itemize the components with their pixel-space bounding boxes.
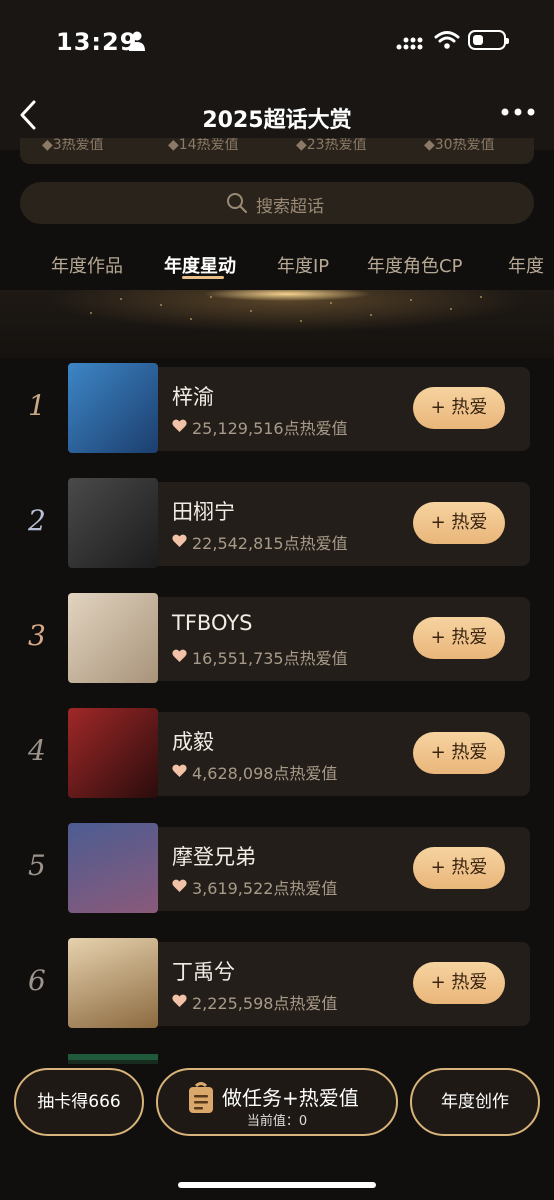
reward-item: ◆14热爱值	[168, 138, 239, 153]
home-indicator	[178, 1182, 376, 1188]
love-button[interactable]: + 热爱	[413, 617, 505, 659]
heart-icon	[172, 649, 187, 662]
heat-value: 25,129,516点热爱值	[192, 419, 348, 438]
active-tab-indicator	[182, 276, 224, 279]
star-name: 田栩宁	[172, 500, 235, 524]
person-icon	[129, 31, 145, 51]
search-bar[interactable]: 搜索超话	[20, 182, 534, 224]
heat-value: 22,542,815点热爱值	[192, 534, 348, 553]
avatar	[68, 823, 158, 913]
rank-number: 6	[28, 964, 46, 997]
search-icon	[227, 193, 247, 213]
reward-item: ◆3热爱值	[42, 138, 104, 153]
heart-icon	[172, 419, 187, 432]
wifi-icon	[434, 31, 460, 49]
heart-icon	[172, 534, 187, 547]
ranking-row[interactable]: 6 丁禹兮 2,225,598点热爱值 + 热爱	[28, 938, 530, 1028]
heat-value: 2,225,598点热爱值	[192, 994, 338, 1013]
more-icon[interactable]	[500, 102, 536, 122]
heart-icon	[172, 994, 187, 1007]
tab-annual-role-cp[interactable]: 年度角色CP	[367, 252, 462, 278]
tab-annual-stars[interactable]: 年度星动	[164, 252, 236, 278]
heat-value: 4,628,098点热爱值	[192, 764, 338, 783]
avatar	[68, 708, 158, 798]
battery-icon	[468, 30, 509, 50]
star-name: 梓渝	[172, 385, 214, 409]
heat-value: 3,619,522点热爱值	[192, 879, 338, 898]
ranking-row[interactable]: 4 成毅 4,628,098点热爱值 + 热爱	[28, 708, 530, 798]
star-name: 成毅	[172, 730, 214, 754]
rank-number: 5	[28, 849, 46, 882]
star-name: TFBOYS	[172, 611, 253, 635]
page-title: 2025超话大赏	[202, 108, 352, 133]
category-tabs: 年度作品 年度星动 年度IP 年度角色CP 年度	[0, 244, 554, 288]
love-button[interactable]: + 热爱	[413, 387, 505, 429]
annual-create-button[interactable]: 年度创作	[410, 1068, 540, 1136]
love-button[interactable]: + 热爱	[413, 502, 505, 544]
search-placeholder: 搜索超话	[256, 197, 324, 217]
rank-number: 4	[28, 734, 46, 767]
rank-number: 2	[28, 504, 46, 537]
heat-value: 16,551,735点热爱值	[192, 649, 348, 668]
draw-card-button[interactable]: 抽卡得666	[14, 1068, 144, 1136]
signal-icon	[396, 37, 423, 50]
love-button[interactable]: + 热爱	[413, 962, 505, 1004]
rank-number: 3	[28, 619, 46, 652]
star-name: 摩登兄弟	[172, 845, 256, 869]
ranking-row[interactable]: 2 田栩宁 22,542,815点热爱值 + 热爱	[28, 478, 530, 568]
task-button[interactable]: 做任务+热爱值 当前值：0	[156, 1068, 398, 1136]
tab-annual-ip[interactable]: 年度IP	[277, 252, 329, 278]
reward-row-peek: ◆3热爱值 ◆14热爱值 ◆23热爱值 ◆30热爱值	[20, 138, 534, 164]
reward-item: ◆23热爱值	[296, 138, 367, 153]
banner-glow	[0, 290, 554, 358]
reward-item: ◆30热爱值	[424, 138, 495, 153]
avatar	[68, 363, 158, 453]
love-button[interactable]: + 热爱	[413, 732, 505, 774]
ranking-row[interactable]: 5 摩登兄弟 3,619,522点热爱值 + 热爱	[28, 823, 530, 913]
status-time: 13:29	[56, 28, 138, 56]
rank-number: 1	[28, 389, 46, 422]
ranking-row[interactable]: 3 TFBOYS 16,551,735点热爱值 + 热爱	[28, 593, 530, 683]
avatar	[68, 478, 158, 568]
avatar	[68, 593, 158, 683]
status-bar: 13:29	[0, 0, 554, 80]
task-title: 做任务+热爱值	[222, 1086, 359, 1110]
current-value: 当前值：0	[246, 1114, 308, 1129]
ranking-row[interactable]: 1 梓渝 25,129,516点热爱值 + 热爱	[28, 363, 530, 453]
star-name: 丁禹兮	[172, 960, 235, 984]
love-button[interactable]: + 热爱	[413, 847, 505, 889]
tab-annual-more[interactable]: 年度	[508, 252, 544, 278]
heart-icon	[172, 879, 187, 892]
heart-icon	[172, 764, 187, 777]
avatar	[68, 938, 158, 1028]
tab-annual-works[interactable]: 年度作品	[51, 252, 123, 278]
